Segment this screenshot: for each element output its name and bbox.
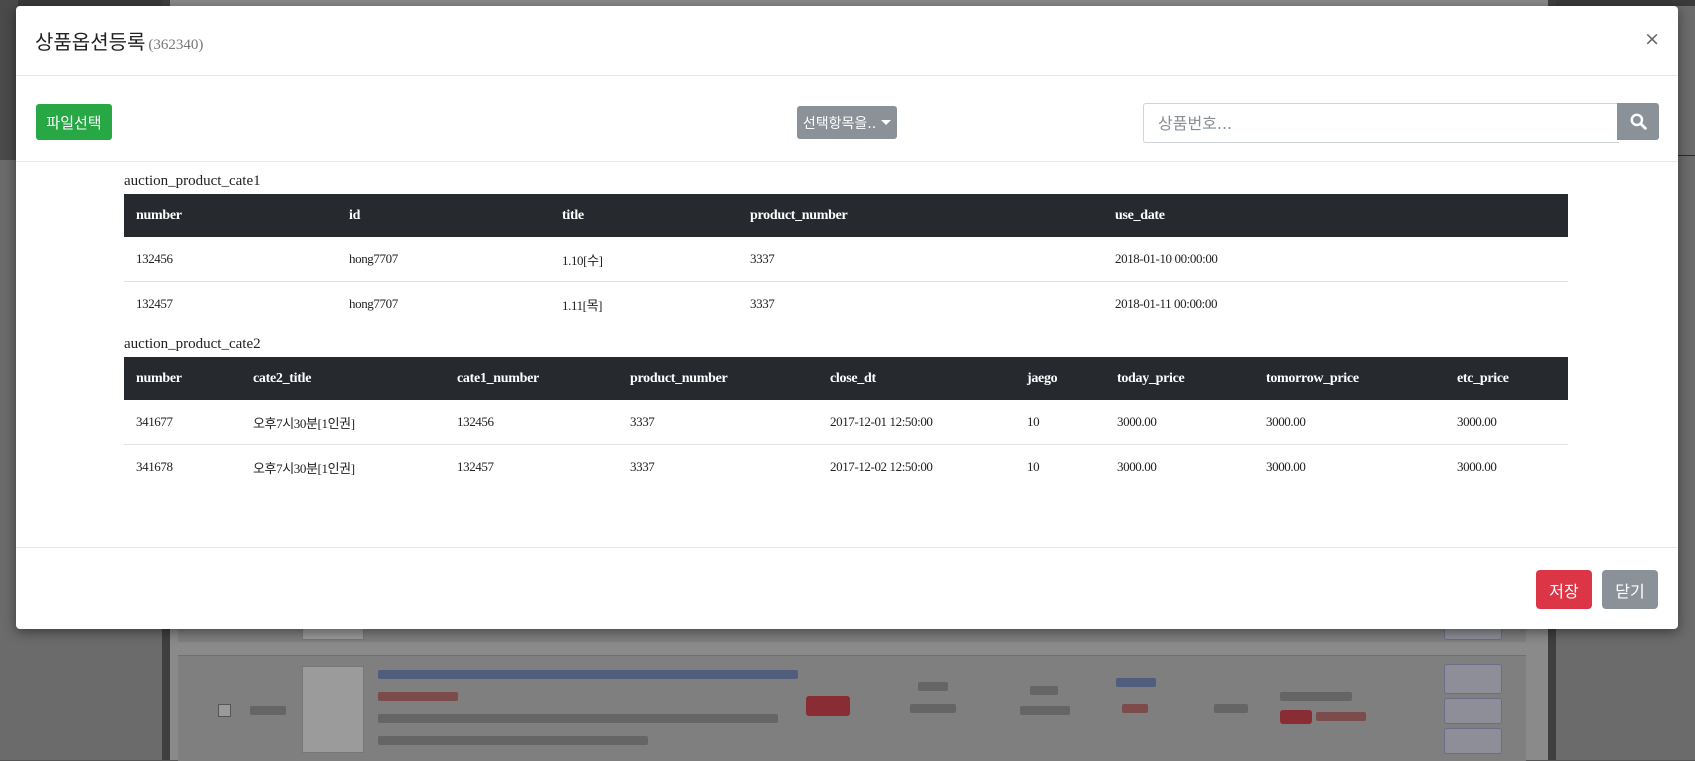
cell-number: 132456 [124, 237, 337, 282]
table-header-row: number cate2_title cate1_number product_num… [124, 357, 1568, 400]
background-text [378, 736, 648, 745]
cell-cate1-number: 132457 [457, 459, 494, 474]
background-text [1122, 704, 1148, 713]
close-icon[interactable]: × [1644, 30, 1660, 49]
cell-title: 1.10[수] [550, 237, 738, 282]
column-header-id: id [337, 194, 550, 237]
cell-product-number: 3337 [750, 296, 775, 311]
background-button [1444, 728, 1502, 754]
cell-product-number: 3337 [738, 237, 1103, 282]
table-header-row: number id title product_number use_date [124, 194, 1568, 237]
cell-use-date: 2018-01-11 00:00:00 [1115, 296, 1218, 311]
product-option-modal: 상품옵션등록(362340) × 파일선택 선택항목을.. auction_pr… [16, 6, 1678, 629]
table-row: 132456 hong7707 1.10[수] 3337 2018-01-10 00:0… [124, 237, 1568, 282]
modal-footer: 저장 닫기 [16, 547, 1678, 629]
background-text [918, 682, 948, 691]
background-text [378, 670, 798, 679]
column-header-use-date: use_date [1103, 194, 1568, 237]
table-cate2: number cate2_title cate1_number product_num… [124, 357, 1568, 489]
close-button[interactable]: 닫기 [1602, 570, 1658, 609]
save-button[interactable]: 저장 [1536, 570, 1592, 609]
search-button[interactable] [1617, 103, 1659, 140]
cell-use-date: 2018-01-10 00:00:00 [1103, 237, 1568, 282]
cell-close-dt: 2017-12-02 12:50:00 [830, 459, 933, 474]
table-row: 132457 hong7707 1.11[목] 3337 2018-01-11 00:0… [124, 282, 1568, 327]
cell-id: hong7707 [337, 237, 550, 282]
background-text [1280, 692, 1352, 701]
cell-tomorrow-price: 3000.00 [1266, 459, 1306, 474]
select-items-dropdown[interactable]: 선택항목을.. [797, 106, 897, 139]
background-text [378, 692, 458, 701]
cell-jaego: 10 [1015, 400, 1105, 445]
select-items-label: 선택항목을.. [802, 115, 877, 132]
column-header-product-number: product_number [738, 194, 1103, 237]
column-header-cate2-title: cate2_title [241, 357, 445, 400]
background-text [1020, 706, 1070, 715]
cell-close-dt: 2017-12-01 12:50:00 [818, 400, 1015, 445]
cell-today-price: 3000.00 [1105, 400, 1254, 445]
modal-toolbar: 파일선택 선택항목을.. [16, 76, 1678, 162]
column-header-number: number [124, 194, 337, 237]
cell-cate1-number: 132456 [445, 400, 618, 445]
modal-subtitle: (362340) [148, 37, 204, 53]
cell-title: 1.11[목] [562, 297, 603, 313]
background-button [1444, 698, 1502, 724]
modal-header: 상품옵션등록 (362340) × [16, 6, 1678, 76]
column-header-today-price: today_price [1105, 357, 1254, 400]
cell-etc-price: 3000.00 [1457, 459, 1497, 474]
background-text [1116, 678, 1156, 687]
background-text [1316, 712, 1366, 721]
cell-number: 341678 [136, 459, 173, 474]
background-text [1214, 704, 1248, 713]
modal-body: auction_product_cate1 number id title produ… [16, 162, 1678, 554]
product-number-search-input[interactable] [1143, 103, 1619, 143]
cell-today-price: 3000.00 [1117, 459, 1157, 474]
column-header-cate1-number: cate1_number [445, 357, 618, 400]
cell-jaego: 10 [1027, 459, 1040, 474]
cell-number: 132457 [136, 296, 173, 311]
cell-product-number: 3337 [618, 400, 818, 445]
column-header-jaego: jaego [1015, 357, 1105, 400]
cell-number: 341677 [124, 400, 241, 445]
column-header-close-dt: close_dt [818, 357, 1015, 400]
caret-down-icon [881, 120, 892, 125]
file-select-button[interactable]: 파일선택 [36, 104, 112, 140]
column-header-tomorrow-price: tomorrow_price [1254, 357, 1445, 400]
background-list-row [178, 655, 1526, 761]
modal-title: 상품옵션등록 (362340) [35, 26, 203, 55]
table-caption-cate1: auction_product_cate1 [124, 173, 261, 189]
background-text [250, 706, 286, 715]
background-checkbox [218, 704, 231, 717]
background-button [1444, 664, 1502, 694]
column-header-product-number: product_number [618, 357, 818, 400]
cell-tomorrow-price: 3000.00 [1254, 400, 1445, 445]
background-text [1030, 686, 1058, 695]
background-text [910, 704, 956, 713]
table-row: 341678 오후7시30분[1인권] 132457 3337 2017-12-02 1… [124, 445, 1568, 490]
column-header-etc-price: etc_price [1445, 357, 1568, 400]
cell-cate2-title: 오후7시30분[1인권] [253, 460, 355, 476]
search-icon [1630, 113, 1647, 130]
cell-id: hong7707 [349, 296, 398, 311]
table-cate1: number id title product_number use_date 1324… [124, 194, 1568, 326]
background-text [378, 714, 778, 723]
column-header-title: title [550, 194, 738, 237]
cell-cate2-title: 오후7시30분[1인권] [241, 400, 445, 445]
cell-product-number: 3337 [630, 459, 655, 474]
table-row: 341677 오후7시30분[1인권] 132456 3337 2017-12-01 1… [124, 400, 1568, 445]
table-caption-cate2: auction_product_cate2 [124, 336, 261, 352]
modal-title-text: 상품옵션등록 [35, 30, 146, 54]
cell-etc-price: 3000.00 [1445, 400, 1568, 445]
background-chip [1280, 710, 1312, 724]
column-header-number: number [124, 357, 241, 400]
background-thumbnail [302, 666, 364, 753]
background-chip [806, 696, 850, 716]
